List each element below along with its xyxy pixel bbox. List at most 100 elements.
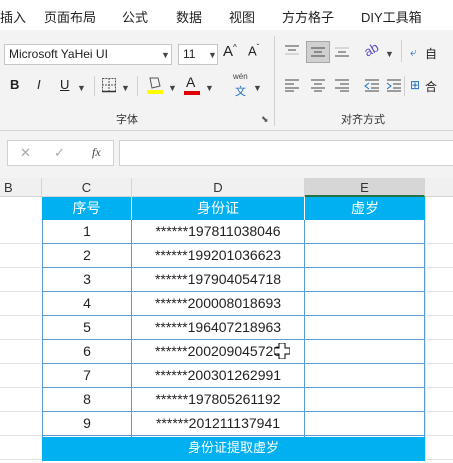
row-index-cell[interactable]: 4 bbox=[42, 292, 132, 316]
column-header-d[interactable]: D bbox=[132, 178, 305, 197]
row-index-cell[interactable]: 6 bbox=[42, 340, 132, 364]
divider bbox=[137, 76, 138, 96]
increase-indent-icon[interactable] bbox=[386, 78, 402, 92]
tab-diy-toolbox[interactable]: DIY工具箱 bbox=[361, 7, 422, 26]
formula-bar-area: ✕ ✓ fx bbox=[0, 131, 453, 178]
merge-center-icon[interactable]: ⊞ bbox=[410, 78, 420, 92]
divider bbox=[94, 76, 95, 96]
formula-input[interactable] bbox=[119, 140, 453, 166]
font-color-icon[interactable]: A bbox=[186, 74, 195, 90]
table-header-age[interactable]: 虚岁 bbox=[305, 197, 425, 220]
wrap-text-label[interactable]: 自 bbox=[425, 45, 437, 62]
font-color-chevron-icon[interactable]: ▼ bbox=[205, 83, 214, 93]
ribbon: Microsoft YaHei UI ▼ 11 ▼ A^ Aˇ B I U ▼ … bbox=[0, 30, 453, 131]
decrease-indent-icon[interactable] bbox=[364, 78, 380, 92]
font-dialog-launcher-icon[interactable]: ⬊ bbox=[261, 114, 269, 125]
align-center-icon[interactable] bbox=[310, 78, 326, 92]
row-index-cell[interactable]: 9 bbox=[42, 412, 132, 436]
fill-color-chevron-icon[interactable]: ▼ bbox=[168, 83, 177, 93]
gridline bbox=[0, 291, 42, 292]
row-age-cell[interactable] bbox=[305, 388, 425, 412]
insert-function-icon[interactable]: fx bbox=[92, 145, 101, 160]
increase-font-icon[interactable]: A^ bbox=[223, 43, 237, 60]
tab-data[interactable]: 数据 bbox=[176, 7, 202, 26]
orientation-chevron-icon[interactable]: ▼ bbox=[385, 49, 394, 59]
tab-ffcell[interactable]: 方方格子 bbox=[282, 7, 334, 26]
phonetic-guide-icon[interactable]: 文 bbox=[235, 83, 246, 99]
merge-center-label[interactable]: 合 bbox=[425, 78, 437, 95]
row-id-cell[interactable]: ******200301262991 bbox=[132, 364, 305, 388]
column-header-e[interactable]: E bbox=[305, 178, 425, 197]
row-id-cell[interactable]: ******196407218963 bbox=[132, 316, 305, 340]
border-icon[interactable] bbox=[101, 77, 117, 93]
gridline bbox=[426, 411, 453, 412]
divider bbox=[401, 40, 402, 62]
row-age-cell[interactable] bbox=[305, 340, 425, 364]
row-index-cell[interactable]: 1 bbox=[42, 220, 132, 244]
column-header-b[interactable]: B bbox=[0, 178, 42, 197]
row-age-cell[interactable] bbox=[305, 412, 425, 436]
row-id-cell[interactable]: ******201211137941 bbox=[132, 412, 305, 436]
underline-button[interactable]: U bbox=[60, 77, 69, 92]
border-chevron-icon[interactable]: ▼ bbox=[121, 83, 130, 93]
phonetic-chevron-icon[interactable]: ▼ bbox=[253, 83, 262, 93]
decrease-font-icon[interactable]: Aˇ bbox=[248, 43, 259, 58]
table-header-index[interactable]: 序号 bbox=[42, 197, 132, 220]
tab-insert[interactable]: 插入 bbox=[0, 7, 26, 26]
confirm-icon[interactable]: ✓ bbox=[54, 145, 65, 161]
alignment-group-label: 对齐方式 bbox=[341, 114, 385, 126]
column-header-f[interactable] bbox=[425, 178, 453, 197]
italic-button[interactable]: I bbox=[37, 77, 41, 92]
gridline bbox=[0, 243, 42, 244]
extract-age-button[interactable]: 身份证提取虚岁 bbox=[42, 437, 425, 461]
gridline bbox=[0, 267, 42, 268]
cancel-icon[interactable]: ✕ bbox=[20, 145, 31, 161]
gridline bbox=[426, 387, 453, 388]
row-index-cell[interactable]: 8 bbox=[42, 388, 132, 412]
tab-formulas[interactable]: 公式 bbox=[122, 7, 148, 26]
row-age-cell[interactable] bbox=[305, 364, 425, 388]
row-age-cell[interactable] bbox=[305, 316, 425, 340]
underline-chevron-icon[interactable]: ▼ bbox=[77, 83, 86, 93]
orientation-icon[interactable]: ab bbox=[361, 39, 381, 59]
tab-page-layout[interactable]: 页面布局 bbox=[44, 7, 96, 26]
row-id-cell[interactable]: ******199201036623 bbox=[132, 244, 305, 268]
wrap-text-icon[interactable]: ⤶ bbox=[410, 45, 417, 60]
gridline bbox=[0, 339, 42, 340]
align-top-icon[interactable] bbox=[284, 44, 300, 58]
gridline bbox=[0, 363, 42, 364]
group-divider bbox=[274, 36, 275, 126]
gridline bbox=[0, 435, 42, 436]
row-index-cell[interactable]: 3 bbox=[42, 268, 132, 292]
fill-color-icon[interactable] bbox=[146, 75, 164, 95]
row-id-cell[interactable]: ******197805261192 bbox=[132, 388, 305, 412]
align-bottom-icon[interactable] bbox=[334, 44, 350, 58]
row-age-cell[interactable] bbox=[305, 268, 425, 292]
gridline bbox=[0, 387, 42, 388]
row-id-cell[interactable]: ******200008018693 bbox=[132, 292, 305, 316]
align-right-icon[interactable] bbox=[334, 78, 350, 92]
font-size-chevron-icon[interactable]: ▼ bbox=[208, 50, 217, 60]
row-index-cell[interactable]: 7 bbox=[42, 364, 132, 388]
font-name-select[interactable]: Microsoft YaHei UI bbox=[4, 44, 172, 65]
row-id-cell[interactable]: ******197904054718 bbox=[132, 268, 305, 292]
row-id-cell[interactable]: ******197811038046 bbox=[132, 220, 305, 244]
align-middle-button[interactable] bbox=[306, 41, 330, 63]
gridline bbox=[426, 291, 453, 292]
bold-button[interactable]: B bbox=[10, 77, 19, 92]
row-index-cell[interactable]: 2 bbox=[42, 244, 132, 268]
row-age-cell[interactable] bbox=[305, 220, 425, 244]
align-left-icon[interactable] bbox=[284, 78, 300, 92]
table-header-id[interactable]: 身份证 bbox=[132, 197, 305, 220]
column-header-c[interactable]: C bbox=[42, 178, 132, 197]
row-index-cell[interactable]: 5 bbox=[42, 316, 132, 340]
gridline bbox=[0, 459, 42, 460]
row-age-cell[interactable] bbox=[305, 292, 425, 316]
phonetic-guide-label: wén bbox=[233, 72, 248, 81]
gridline bbox=[0, 411, 42, 412]
font-name-chevron-icon[interactable]: ▼ bbox=[161, 50, 170, 60]
row-age-cell[interactable] bbox=[305, 244, 425, 268]
font-group-label: 字体 bbox=[116, 114, 138, 126]
tab-view[interactable]: 视图 bbox=[229, 7, 255, 26]
gridline bbox=[425, 197, 426, 463]
